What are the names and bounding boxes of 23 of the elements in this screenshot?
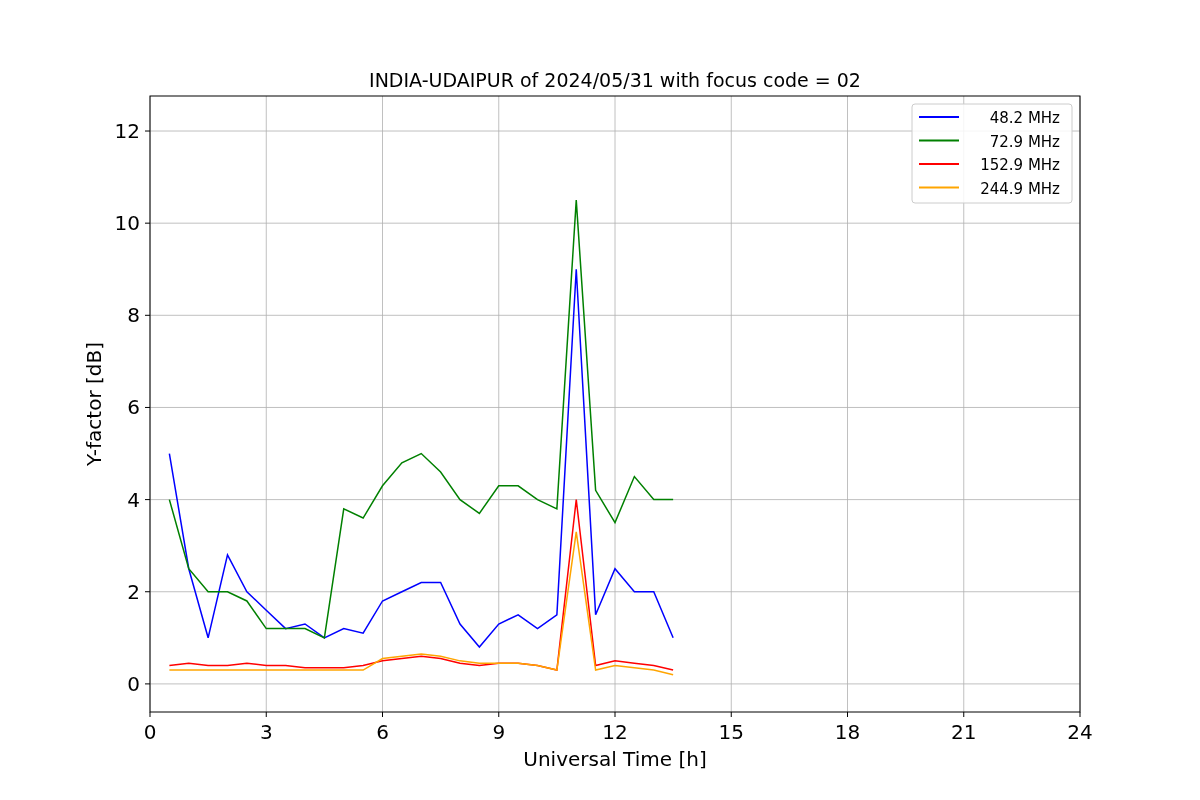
x-tick-label: 3 [259,720,273,744]
x-tick-label: 24 [1067,720,1093,744]
y-tick-label: 2 [127,579,140,604]
x-tick-label: 0 [143,720,157,744]
y-tick-label: 0 [127,671,140,696]
legend-label: 244.9 MHz [980,179,1060,198]
legend-label: 48.2 MHz [989,109,1060,127]
x-tick-label: 15 [718,720,744,744]
y-tick-label: 8 [127,303,140,328]
x-tick-label: 18 [834,720,861,744]
x-tick-label: 21 [951,720,977,744]
x-tick-label: 9 [492,720,506,744]
y-tick-label: 4 [127,487,140,512]
x-tick-label: 12 [602,720,628,744]
y-tick-label: 6 [127,395,140,420]
chart-title: INDIA-UDAIPUR of 2024/05/31 with focus code = 02 [369,69,861,91]
legend-label: 72.9 MHz [989,132,1060,151]
legend-label: 152.9 MHz [980,156,1060,174]
y-axis-label: Y-factor [dB] [82,342,106,466]
y-tick-label: 12 [114,119,140,143]
y-tick-label: 10 [114,211,140,236]
x-axis-label: Universal Time [h] [523,747,707,771]
x-tick-label: 6 [376,720,389,744]
